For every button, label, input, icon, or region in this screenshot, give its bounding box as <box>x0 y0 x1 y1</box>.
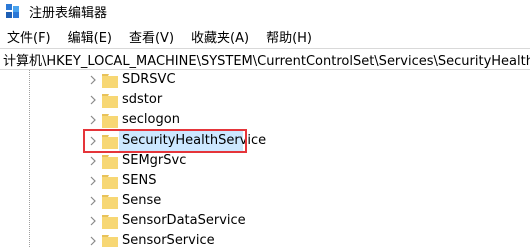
window-title: 注册表编辑器 <box>29 5 108 21</box>
menu-bar: 文件(F) 编辑(E) 查看(V) 收藏夹(A) 帮助(H) <box>0 26 322 46</box>
registry-tree: SDRSVC sdstor seclogon SecurityHealthSer… <box>0 70 530 247</box>
chevron-right-icon[interactable] <box>88 216 98 226</box>
folder-icon <box>102 154 118 169</box>
folder-icon <box>102 93 118 108</box>
tree-node-sensordataservice[interactable]: SensorDataService <box>0 211 530 231</box>
registry-editor-window: 注册表编辑器 文件(F) 编辑(E) 查看(V) 收藏夹(A) 帮助(H) 计算… <box>0 0 530 247</box>
tree-node-label: SEMgrSvc <box>122 153 187 168</box>
title-bar: 注册表编辑器 <box>0 0 530 22</box>
tree-node-seclogon[interactable]: seclogon <box>0 110 530 130</box>
regedit-icon <box>6 3 21 19</box>
tree-node-sdrsvc[interactable]: SDRSVC <box>0 70 530 90</box>
tree-node-label: SensorDataService <box>122 213 246 228</box>
folder-icon <box>102 214 118 229</box>
chevron-right-icon[interactable] <box>88 115 98 125</box>
tree-node-sdstor[interactable]: sdstor <box>0 90 530 110</box>
tree-node-label: seclogon <box>122 112 180 127</box>
chevron-right-icon[interactable] <box>88 95 98 105</box>
chevron-right-icon[interactable] <box>88 196 98 206</box>
tree-node-semgrsvc[interactable]: SEMgrSvc <box>0 151 530 171</box>
chevron-right-icon[interactable] <box>88 236 98 246</box>
tree-node-sense[interactable]: Sense <box>0 191 530 211</box>
tree-node-sens[interactable]: SENS <box>0 171 530 191</box>
menu-file[interactable]: 文件(F) <box>3 27 55 46</box>
chevron-right-icon[interactable] <box>88 156 98 166</box>
menu-edit[interactable]: 编辑(E) <box>64 27 116 46</box>
menu-favorites[interactable]: 收藏夹(A) <box>187 27 253 46</box>
tree-node-label: SensorService <box>122 233 215 247</box>
folder-icon <box>102 113 118 128</box>
chevron-right-icon[interactable] <box>88 176 98 186</box>
tree-node-label: SENS <box>122 173 157 188</box>
red-highlight-box <box>83 129 247 153</box>
address-path[interactable]: 计算机\HKEY_LOCAL_MACHINE\SYSTEM\CurrentCon… <box>0 50 530 69</box>
menu-view[interactable]: 查看(V) <box>125 27 178 46</box>
tree-node-securityhealthservice[interactable]: SecurityHealthService <box>0 129 530 153</box>
chevron-right-icon[interactable] <box>88 75 98 85</box>
tree-node-sensorservice[interactable]: SensorService <box>0 231 530 247</box>
menu-help[interactable]: 帮助(H) <box>262 27 316 46</box>
tree-node-label: Sense <box>122 193 162 208</box>
folder-icon <box>102 194 118 209</box>
address-bar[interactable]: 计算机\HKEY_LOCAL_MACHINE\SYSTEM\CurrentCon… <box>0 48 530 70</box>
folder-icon <box>102 174 118 189</box>
folder-icon <box>102 234 118 247</box>
tree-node-label: sdstor <box>122 92 163 107</box>
folder-icon <box>102 73 118 88</box>
tree-node-label: SDRSVC <box>122 72 176 87</box>
